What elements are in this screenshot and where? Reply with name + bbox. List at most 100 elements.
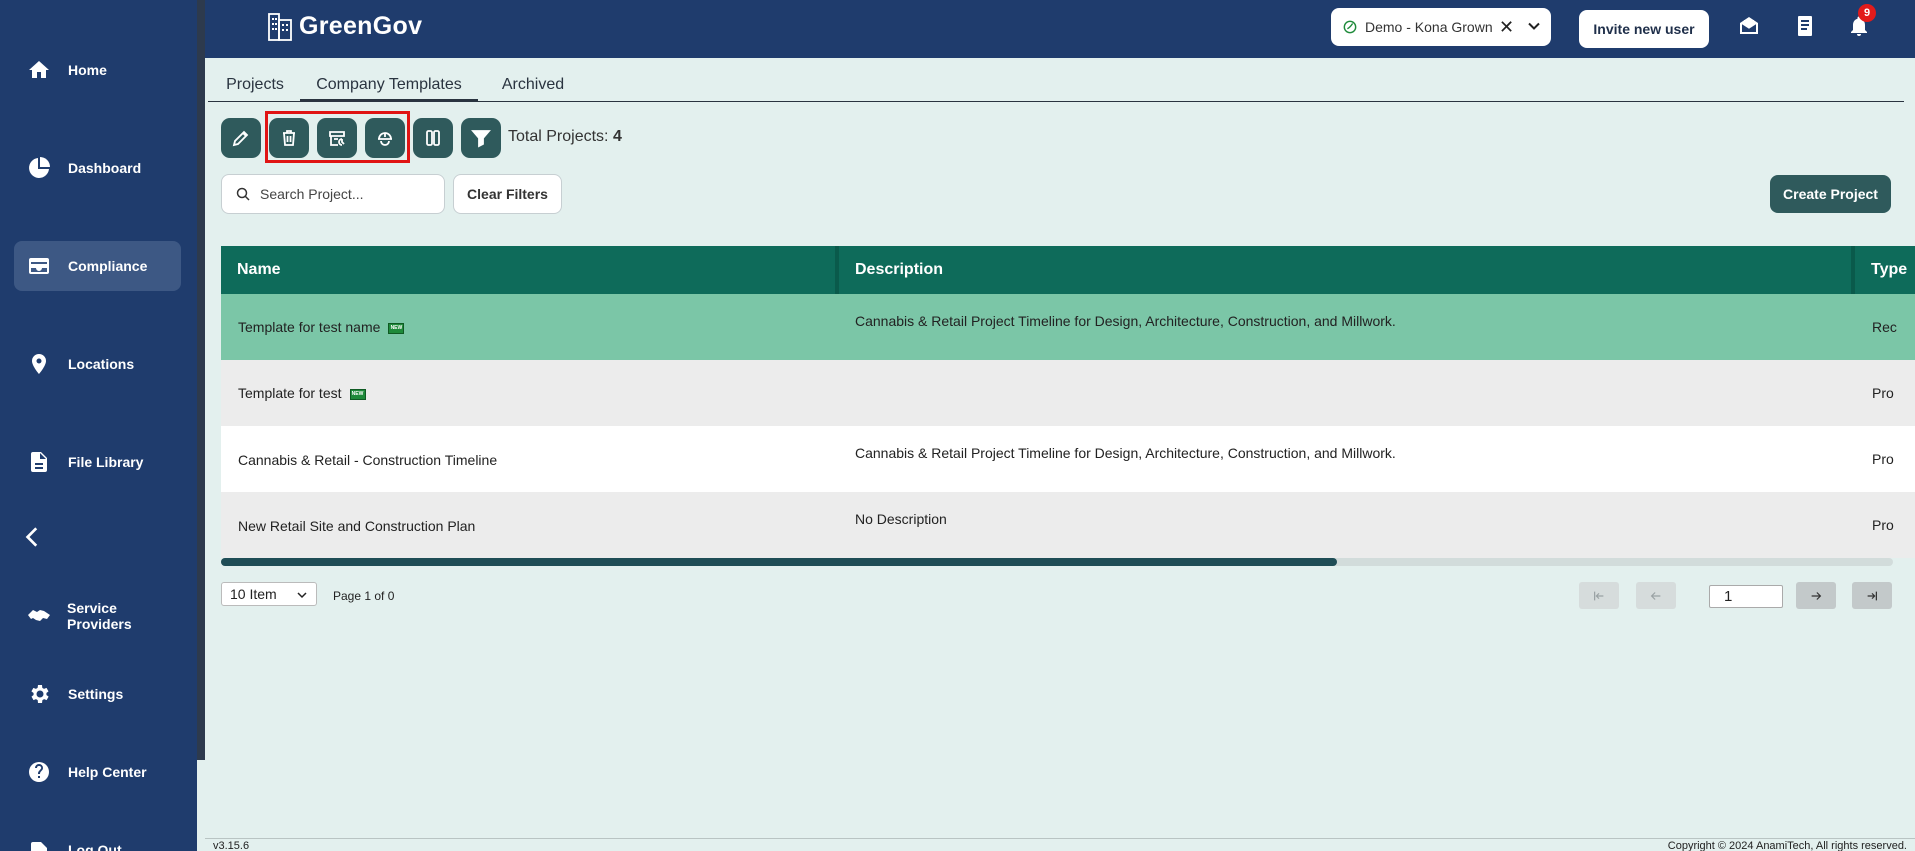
logout-icon (26, 839, 52, 851)
app-name: GreenGov (299, 11, 423, 40)
sidebar-item-file-library[interactable]: File Library (14, 437, 181, 487)
table-row[interactable]: Cannabis & Retail - Construction Timelin… (221, 426, 1915, 492)
total-count: 4 (612, 128, 622, 145)
app-logo[interactable]: GreenGov (267, 10, 422, 42)
filter-icon (471, 130, 491, 148)
edit-button[interactable] (221, 118, 261, 158)
chevron-down-icon (297, 592, 307, 599)
home-icon (26, 57, 52, 83)
sidebar-item-dashboard[interactable]: Dashboard (14, 143, 181, 193)
sidebar-item-label: Help Center (68, 764, 147, 780)
mail-icon[interactable] (1737, 14, 1763, 40)
row-name: Template for test NEW (238, 385, 366, 401)
search-icon (236, 187, 250, 201)
total-projects: Total Projects: 4 (508, 128, 622, 146)
tab-company-templates[interactable]: Company Templates (300, 68, 478, 102)
sidebar-item-service-providers[interactable]: Service Providers (14, 591, 181, 641)
location-pin-icon (26, 351, 52, 377)
row-type: Pro (1872, 385, 1894, 401)
tenant-selector[interactable]: Demo - Kona Grown ✕ (1331, 8, 1551, 46)
row-description: Cannabis & Retail Project Timeline for D… (855, 445, 1396, 461)
sidebar-item-compliance[interactable]: Compliance (14, 241, 181, 291)
table-header: Name Description Type (221, 246, 1915, 294)
building-icon (268, 13, 292, 41)
filter-button[interactable] (461, 118, 501, 158)
table-scroll-thumb[interactable] (221, 558, 1337, 566)
tab-archived[interactable]: Archived (488, 68, 578, 102)
gear-icon (26, 681, 52, 707)
chevron-down-icon[interactable] (1527, 19, 1541, 33)
table-row[interactable]: New Retail Site and Construction Plan No… (221, 492, 1915, 558)
notification-badge: 9 (1858, 4, 1876, 22)
sidebar: Home Dashboard Compliance Locations File… (0, 0, 197, 851)
projects-table: Name Description Type Template for test … (221, 246, 1915, 558)
row-name: Template for test name NEW (238, 319, 405, 335)
sidebar-item-label: Locations (68, 356, 135, 372)
sidebar-item-help-center[interactable]: Help Center (14, 747, 181, 797)
sidebar-item-label: Settings (68, 686, 124, 702)
tab-projects[interactable]: Projects (216, 68, 294, 102)
clear-filters-button[interactable]: Clear Filters (453, 174, 562, 214)
sidebar-scrollbar[interactable] (197, 0, 205, 760)
collapse-sidebar-icon[interactable] (20, 524, 50, 554)
app-version: v3.15.6 (213, 840, 250, 851)
clear-tenant-icon[interactable]: ✕ (1499, 17, 1514, 38)
sidebar-item-label: Service Providers (67, 600, 132, 632)
columns-button[interactable] (413, 118, 453, 158)
leaf-icon (1343, 20, 1357, 34)
new-badge: NEW (349, 388, 366, 400)
search-input[interactable] (260, 186, 430, 202)
total-label: Total Projects: (508, 128, 609, 145)
last-page-icon (1867, 591, 1877, 600)
page-size-value: 10 Item (230, 586, 277, 602)
row-name-text: Template for test name (238, 319, 381, 335)
sidebar-item-label: Home (68, 62, 107, 78)
column-header-description[interactable]: Description (839, 246, 943, 294)
search-box[interactable] (221, 174, 445, 214)
sidebar-item-label: Dashboard (68, 160, 142, 176)
tenant-name: Demo - Kona Grown (1365, 19, 1493, 35)
first-page-button[interactable] (1579, 582, 1619, 609)
row-name: New Retail Site and Construction Plan (238, 518, 476, 534)
handshake-icon (26, 603, 51, 629)
pie-chart-icon (26, 155, 52, 181)
sidebar-item-label: File Library (68, 454, 144, 470)
file-icon (26, 449, 52, 475)
inbox-icon (26, 253, 52, 279)
sidebar-item-label: Log Out (68, 842, 122, 851)
footer: v3.15.6 Copyright © 2024 AnamiTech, All … (205, 838, 1915, 851)
document-icon[interactable] (1793, 14, 1819, 40)
row-description: Cannabis & Retail Project Timeline for D… (855, 313, 1396, 329)
row-name-text: Template for test (238, 385, 342, 401)
pencil-icon (232, 130, 249, 147)
sidebar-item-settings[interactable]: Settings (14, 669, 181, 719)
sidebar-item-log-out[interactable]: Log Out (14, 825, 181, 851)
table-row[interactable]: Template for test name NEW Cannabis & Ret… (221, 294, 1915, 360)
highlight-box (265, 111, 410, 163)
row-type: Rec (1872, 319, 1897, 335)
page-number-input[interactable]: 1 (1709, 585, 1783, 608)
row-name: Cannabis & Retail - Construction Timelin… (238, 452, 498, 468)
page-size-select[interactable]: 10 Item (221, 582, 317, 606)
sidebar-item-label: Compliance (68, 258, 148, 274)
row-type: Pro (1872, 451, 1894, 467)
arrow-right-icon (1811, 591, 1822, 600)
column-header-name[interactable]: Name (221, 246, 281, 294)
sidebar-item-home[interactable]: Home (14, 45, 181, 95)
previous-page-button[interactable] (1636, 582, 1676, 609)
new-badge: NEW (388, 322, 405, 334)
sidebar-item-locations[interactable]: Locations (14, 339, 181, 389)
column-header-type[interactable]: Type (1855, 246, 1907, 294)
next-page-button[interactable] (1796, 582, 1836, 609)
first-page-icon (1594, 591, 1604, 600)
row-type: Pro (1872, 517, 1894, 533)
page-info: Page 1 of 0 (333, 589, 395, 603)
columns-icon (426, 130, 440, 146)
invite-user-button[interactable]: Invite new user (1579, 10, 1709, 48)
copyright: Copyright © 2024 AnamiTech, All rights r… (1667, 840, 1907, 851)
top-header: GreenGov Demo - Kona Grown ✕ Invite new … (205, 0, 1915, 58)
create-project-button[interactable]: Create Project (1770, 175, 1891, 213)
last-page-button[interactable] (1852, 582, 1892, 609)
table-row[interactable]: Template for test NEW Pro (221, 360, 1915, 426)
arrow-left-icon (1650, 591, 1661, 600)
